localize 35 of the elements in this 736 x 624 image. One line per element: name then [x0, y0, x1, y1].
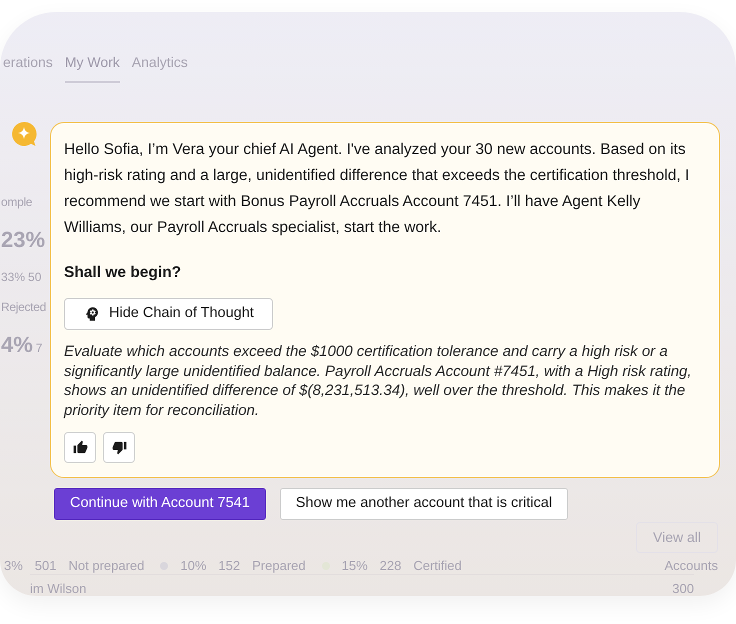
stat-label: Not prepared: [68, 557, 144, 575]
stat-percent: 10%: [180, 557, 206, 575]
thumbs-down-icon: [112, 440, 126, 456]
stat-label: Rejected: [1, 299, 46, 316]
head-gear-icon: [83, 305, 101, 324]
reasoning-text: Evaluate which accounts exceed the $1000 certification tolerance and carry a high risk or a significantly large unidentified balance. Payroll Accruals Account #7451, with a High risk rating, shows an unidentified difference of $(8,231,513.34), well over the threshold. This makes it the priority item for reconciliation.: [64, 342, 693, 420]
stat-percent: 3%: [4, 557, 23, 575]
accounts-caption: Accounts: [664, 557, 718, 575]
question-text: Shall we begin?: [64, 263, 182, 283]
continue-button[interactable]: Continue with Account 7541: [54, 488, 266, 520]
alternative-account-button[interactable]: Show me another account that is critical: [280, 488, 568, 520]
thumbs-up-icon: [72, 440, 88, 456]
stat-value: 23%: [1, 226, 46, 254]
account-count: 300: [672, 580, 694, 596]
nav-tab[interactable]: Analytics: [132, 52, 188, 83]
stat-value: 7: [36, 340, 42, 357]
stat-label: Prepared: [252, 557, 306, 575]
thumbs-up-button[interactable]: [64, 432, 96, 464]
stat-label: Certified: [413, 557, 462, 575]
stat-value: 50: [28, 269, 42, 286]
assistant-sparkle-icon: [11, 121, 37, 147]
hide-chain-of-thought-button[interactable]: Hide Chain of Thought: [64, 298, 273, 330]
stat-percent: 15%: [342, 557, 368, 575]
thumbs-down-button[interactable]: [103, 432, 135, 464]
view-all-button[interactable]: View all: [636, 522, 718, 553]
assistant-message: Hello Sofia, I’m Vera your chief AI Agent. I've analyzed your 30 new accounts. Based on its high-risk rating and a large, unidentified difference that exceeds the certification threshold, I recommend we start with Bonus Payroll Accruals Account 7451. I’ll have Agent Kelly Williams, our Payroll Accruals specialist, start the work.: [64, 140, 690, 238]
stat-count: 152: [218, 557, 240, 575]
nav-tab[interactable]: My Work: [64, 52, 120, 83]
stat-value: 33%: [1, 269, 26, 286]
nav-tab[interactable]: erations: [3, 52, 53, 83]
stat-count: 228: [380, 557, 402, 575]
stat-label: omple: [1, 194, 32, 211]
assignee-name: im Wilson: [30, 580, 86, 596]
stat-value: 4%: [1, 331, 33, 359]
stat-count: 501: [34, 557, 56, 575]
